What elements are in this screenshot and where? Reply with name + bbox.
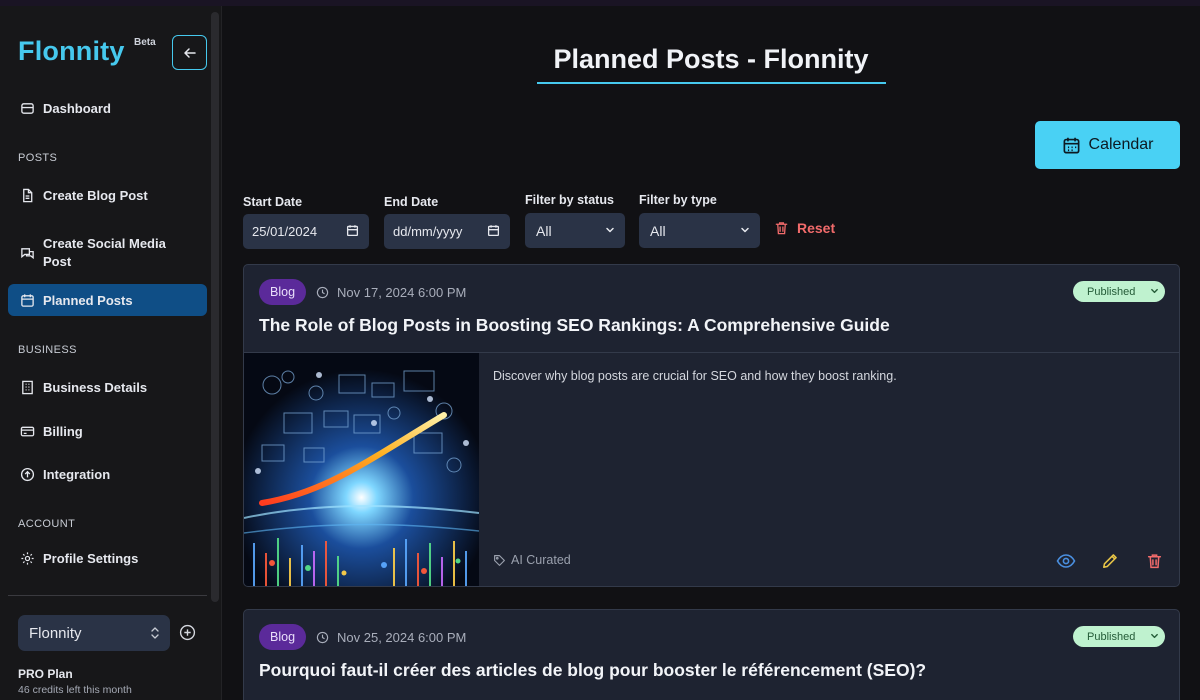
building-icon (22, 380, 33, 394)
dashboard-icon (21, 102, 34, 114)
chevron-up-down-icon (151, 627, 159, 639)
eye-icon (1056, 554, 1076, 568)
section-label-account: ACCOUNT (18, 518, 76, 530)
post-title[interactable]: The Role of Blog Posts in Boosting SEO R… (259, 315, 890, 336)
sidebar-item-label: Business Details (43, 379, 148, 395)
post-datetime: Nov 25, 2024 6:00 PM (316, 630, 466, 645)
calendar-picker-icon (487, 225, 500, 237)
sidebar-item-label: Create Blog Post (43, 187, 148, 203)
post-excerpt: Discover why blog posts are crucial for … (493, 369, 897, 383)
post-tag: AI Curated (493, 553, 571, 567)
credit-card-icon (20, 426, 35, 436)
start-date-label: Start Date (243, 195, 303, 209)
workspace-select-value: Flonnity (29, 624, 82, 642)
section-label-business: BUSINESS (18, 344, 77, 356)
collapse-sidebar-button[interactable] (172, 35, 207, 70)
status-filter-value: All (536, 222, 552, 239)
post-status-select[interactable]: Published (1073, 626, 1165, 647)
gear-icon (21, 551, 34, 565)
reset-label: Reset (797, 220, 836, 236)
document-icon (23, 188, 33, 202)
type-filter-label: Filter by type (639, 193, 717, 207)
end-date-input[interactable]: dd/mm/yyyy (384, 214, 510, 249)
post-datetime-text: Nov 25, 2024 6:00 PM (337, 630, 467, 645)
clock-icon (316, 631, 329, 644)
upload-circle-icon (20, 467, 35, 481)
add-workspace-button[interactable] (178, 623, 196, 641)
sidebar-item-integration[interactable]: Integration (8, 458, 207, 490)
sidebar-scrollbar[interactable] (211, 12, 219, 602)
sidebar-item-label: Billing (43, 423, 83, 439)
plan-credits: 46 credits left this month (18, 684, 132, 696)
calendar-button-label: Calendar (1088, 136, 1154, 153)
trash-icon (1147, 554, 1161, 569)
chevron-down-icon (1151, 633, 1158, 639)
sidebar-item-business-details[interactable]: Business Details (8, 371, 207, 403)
trash-icon (775, 222, 788, 235)
post-status-value: Published (1087, 285, 1136, 298)
workspace-select[interactable]: Flonnity (18, 615, 170, 651)
end-date-label: End Date (384, 195, 439, 209)
calendar-icon (1063, 137, 1079, 153)
post-title[interactable]: Pourquoi faut-il créer des articles de b… (259, 660, 926, 681)
sidebar-item-label: Planned Posts (43, 292, 133, 308)
post-datetime-text: Nov 17, 2024 6:00 PM (337, 285, 467, 300)
plan-name: PRO Plan (18, 667, 73, 681)
sidebar-item-label: Dashboard (43, 100, 111, 116)
calendar-picker-icon (346, 225, 359, 237)
sidebar: Flonnity Beta Dashboard POSTS Create Blo… (0, 6, 222, 700)
arrow-left-icon (183, 47, 196, 58)
plus-circle-icon (179, 624, 195, 640)
type-filter-value: All (650, 222, 666, 239)
main-content: Planned Posts - Flonnity Calendar Start … (222, 6, 1200, 700)
start-date-value: 25/01/2024 (252, 224, 318, 239)
sidebar-item-billing[interactable]: Billing (8, 415, 207, 447)
sidebar-item-label: Create Social Media Post (43, 236, 166, 269)
title-underline (537, 82, 886, 84)
start-date-input[interactable]: 25/01/2024 (243, 214, 369, 249)
end-date-placeholder: dd/mm/yyyy (393, 224, 463, 239)
chevron-down-icon (606, 227, 614, 233)
post-tag-text: AI Curated (511, 553, 571, 567)
post-thumbnail-image (244, 353, 479, 586)
reset-filters-button[interactable]: Reset (774, 220, 835, 236)
sidebar-item-create-blog-post[interactable]: Create Blog Post (8, 179, 207, 211)
post-status-value: Published (1087, 630, 1136, 643)
sidebar-item-profile-settings[interactable]: Profile Settings (8, 542, 207, 574)
chevron-down-icon (741, 227, 749, 233)
post-card[interactable]: Blog Nov 17, 2024 6:00 PM Published The … (243, 264, 1180, 587)
sidebar-divider (8, 595, 207, 596)
status-filter-select[interactable]: All (525, 213, 625, 248)
calendar-button[interactable]: Calendar (1035, 121, 1180, 169)
pencil-icon (1103, 554, 1117, 568)
view-post-button[interactable] (1055, 550, 1077, 572)
sidebar-item-create-social-post[interactable]: Create Social Media Post (8, 231, 207, 275)
type-filter-select[interactable]: All (639, 213, 760, 248)
sidebar-item-dashboard[interactable]: Dashboard (8, 92, 207, 124)
post-status-select[interactable]: Published (1073, 281, 1165, 302)
tag-icon (494, 554, 505, 566)
post-type-badge: Blog (259, 624, 307, 650)
sidebar-item-label: Integration (43, 466, 111, 482)
post-type-badge: Blog (259, 279, 307, 305)
page-title: Planned Posts - Flonnity (553, 44, 869, 74)
status-filter-label: Filter by status (525, 193, 614, 207)
edit-post-button[interactable] (1099, 550, 1121, 572)
sidebar-item-label: Profile Settings (43, 550, 139, 566)
clock-icon (316, 286, 329, 299)
post-datetime: Nov 17, 2024 6:00 PM (316, 285, 466, 300)
delete-post-button[interactable] (1143, 550, 1165, 572)
calendar-icon (21, 293, 34, 307)
post-card[interactable]: Blog Nov 25, 2024 6:00 PM Published Pour… (243, 609, 1180, 700)
brand-logo: Flonnity (18, 36, 125, 66)
beta-badge: Beta (134, 37, 156, 48)
section-label-posts: POSTS (18, 152, 58, 164)
sidebar-item-planned-posts[interactable]: Planned Posts (8, 284, 207, 316)
chat-bubbles-icon (21, 247, 34, 259)
chevron-down-icon (1151, 288, 1158, 294)
